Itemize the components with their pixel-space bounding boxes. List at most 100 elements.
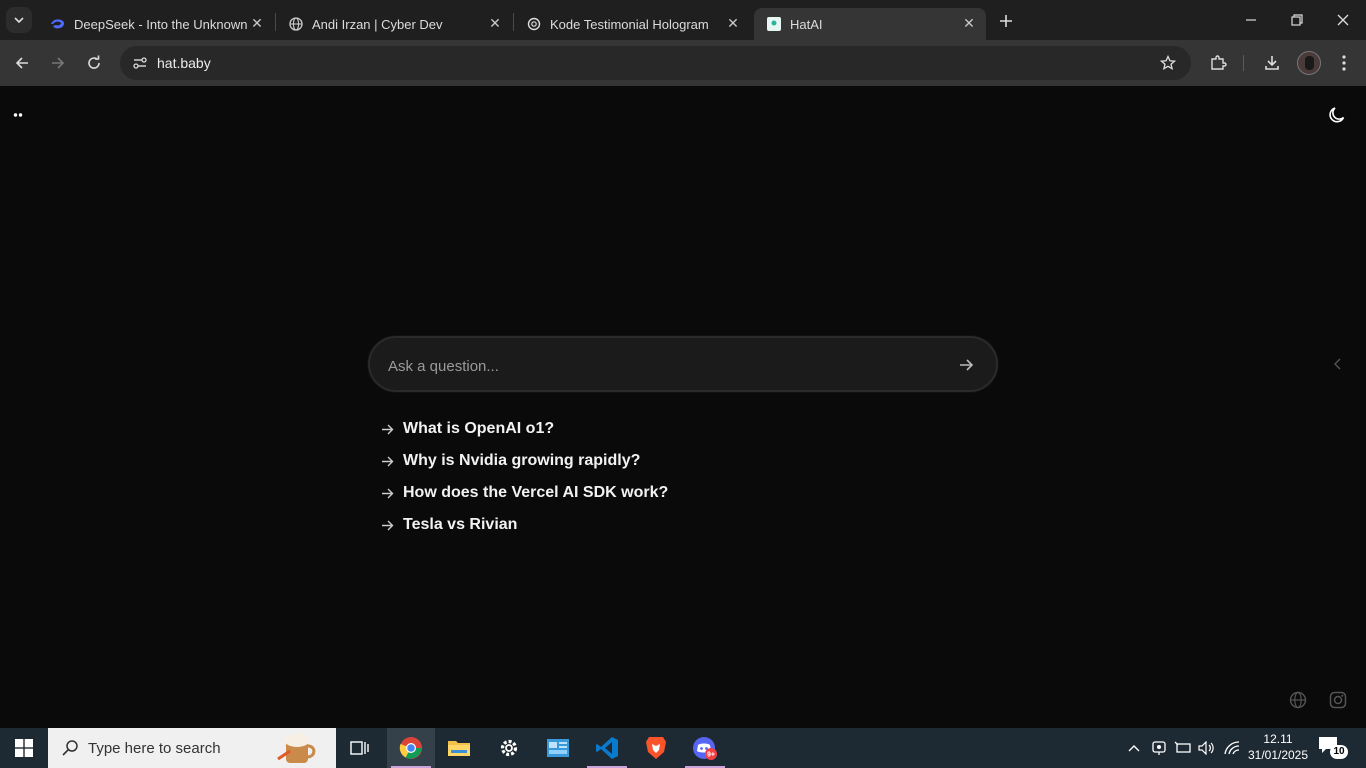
address-bar[interactable]: hat.baby <box>120 46 1191 80</box>
windows-logo-icon <box>15 739 33 757</box>
discord-icon: 9+ <box>693 737 717 760</box>
suggestion-item[interactable]: Why is Nvidia growing rapidly? <box>380 445 668 477</box>
taskbar-settings[interactable] <box>485 728 533 768</box>
puzzle-icon <box>1211 55 1227 70</box>
tab-search-button[interactable] <box>6 7 32 33</box>
taskbar-brave[interactable] <box>632 728 680 768</box>
taskbar-vscode[interactable] <box>583 728 631 768</box>
sidebar-menu-button[interactable] <box>9 106 27 124</box>
hot-cocoa-search-highlight-icon <box>277 732 316 763</box>
taskbar-control-panel[interactable] <box>534 728 582 768</box>
dots-icon <box>13 113 23 117</box>
reload-button[interactable] <box>80 49 108 77</box>
close-icon[interactable]: ✕ <box>486 14 504 32</box>
ask-box <box>368 336 998 392</box>
downloads-button[interactable] <box>1258 49 1286 77</box>
suggestion-text: How does the Vercel AI SDK work? <box>403 484 669 501</box>
chrome-icon <box>399 737 422 759</box>
wifi-icon <box>1224 741 1240 755</box>
gear-icon <box>500 739 518 757</box>
site-info-icon[interactable] <box>128 51 152 75</box>
tab-title: Kode Testimonial Hologram <box>550 16 709 32</box>
arrow-right-icon <box>380 422 394 436</box>
notification-center-button[interactable]: 10 <box>1318 736 1348 760</box>
start-button[interactable] <box>0 728 48 768</box>
vscode-icon <box>596 737 618 759</box>
search-placeholder: Type here to search <box>88 739 221 757</box>
bookmark-star-icon[interactable] <box>1157 52 1179 74</box>
browser-toolbar: hat.baby <box>0 40 1366 86</box>
plus-icon <box>1000 15 1012 27</box>
arrow-right-icon <box>380 518 394 532</box>
control-panel-icon <box>547 739 569 757</box>
tray-wifi[interactable] <box>1222 728 1242 768</box>
restore-icon <box>1291 14 1303 26</box>
suggestion-item[interactable]: How does the Vercel AI SDK work? <box>380 477 668 509</box>
profile-avatar[interactable] <box>1297 51 1321 75</box>
forward-button[interactable] <box>44 49 72 77</box>
globe-link[interactable] <box>1288 690 1308 710</box>
show-hidden-icons-button[interactable] <box>1124 728 1144 768</box>
ask-input[interactable] <box>388 355 928 377</box>
tray-webcam[interactable] <box>1150 728 1168 768</box>
send-button[interactable] <box>954 353 978 377</box>
close-icon[interactable]: ✕ <box>248 14 266 32</box>
tab-deepseek[interactable]: DeepSeek - Into the Unknown ✕ <box>38 8 274 40</box>
tab-title: HatAI <box>790 16 823 32</box>
task-view-button[interactable] <box>336 728 384 768</box>
taskbar-discord[interactable]: 9+ <box>681 728 729 768</box>
discord-badge: 9+ <box>707 752 715 759</box>
suggestion-text: Why is Nvidia growing rapidly? <box>403 452 641 469</box>
close-icon <box>1337 14 1349 26</box>
tray-battery[interactable] <box>1172 728 1194 768</box>
hatai-page: What is OpenAI o1? Why is Nvidia growing… <box>0 86 1366 728</box>
speaker-icon <box>1198 741 1214 755</box>
tab-title: Andi Irzan | Cyber Dev <box>312 16 443 32</box>
task-view-icon <box>350 741 369 755</box>
browser-tab-strip: DeepSeek - Into the Unknown ✕ Andi Irzan… <box>0 0 1366 40</box>
restore-button[interactable] <box>1274 0 1320 40</box>
back-button[interactable] <box>8 49 36 77</box>
url-text[interactable]: hat.baby <box>157 55 211 71</box>
taskbar-search[interactable]: Type here to search <box>48 728 336 768</box>
download-icon <box>1265 56 1279 70</box>
moon-icon <box>1329 107 1345 123</box>
suggestion-list: What is OpenAI o1? Why is Nvidia growing… <box>380 413 668 541</box>
tab-hatai[interactable]: HatAI ✕ <box>754 8 986 40</box>
instagram-link[interactable] <box>1328 690 1348 710</box>
clock-date: 31/01/2025 <box>1247 748 1309 762</box>
new-tab-button[interactable] <box>994 9 1018 33</box>
hatai-favicon <box>766 16 782 32</box>
arrow-right-icon <box>52 57 65 69</box>
brave-lion-icon <box>646 737 666 759</box>
system-clock[interactable]: 12.11 31/01/2025 <box>1244 731 1312 763</box>
suggestion-text: What is OpenAI o1? <box>403 420 555 437</box>
battery-plug-icon <box>1174 741 1191 753</box>
tab-kode-testimonial[interactable]: Kode Testimonial Hologram ✕ <box>514 8 750 40</box>
reload-icon <box>88 55 100 69</box>
arrow-right-icon <box>380 486 394 500</box>
close-icon[interactable]: ✕ <box>724 14 742 32</box>
windows-taskbar: Type here to search 9+ 12.11 31/01/2025 … <box>0 728 1366 768</box>
clock-time: 12.11 <box>1263 732 1293 746</box>
taskbar-chrome[interactable] <box>387 728 435 768</box>
toolbar-divider <box>1243 55 1244 71</box>
webcam-icon <box>1152 741 1166 755</box>
taskbar-file-explorer[interactable] <box>435 728 483 768</box>
theme-toggle-button[interactable] <box>1326 104 1348 126</box>
chevron-left-icon <box>1334 358 1341 370</box>
minimize-button[interactable] <box>1228 0 1274 40</box>
extensions-button[interactable] <box>1204 49 1232 77</box>
suggestion-item[interactable]: Tesla vs Rivian <box>380 509 668 541</box>
suggestion-text: Tesla vs Rivian <box>403 516 518 533</box>
tray-volume[interactable] <box>1196 728 1216 768</box>
globe-icon <box>288 16 304 32</box>
browser-menu-button[interactable] <box>1330 49 1358 77</box>
close-window-button[interactable] <box>1320 0 1366 40</box>
suggestion-item[interactable]: What is OpenAI o1? <box>380 413 668 445</box>
notification-count: 10 <box>1330 745 1348 759</box>
tab-andi-irzan[interactable]: Andi Irzan | Cyber Dev ✕ <box>276 8 512 40</box>
side-panel-toggle[interactable] <box>1330 356 1346 372</box>
close-icon[interactable]: ✕ <box>960 14 978 32</box>
deepseek-whale-icon <box>50 16 66 32</box>
